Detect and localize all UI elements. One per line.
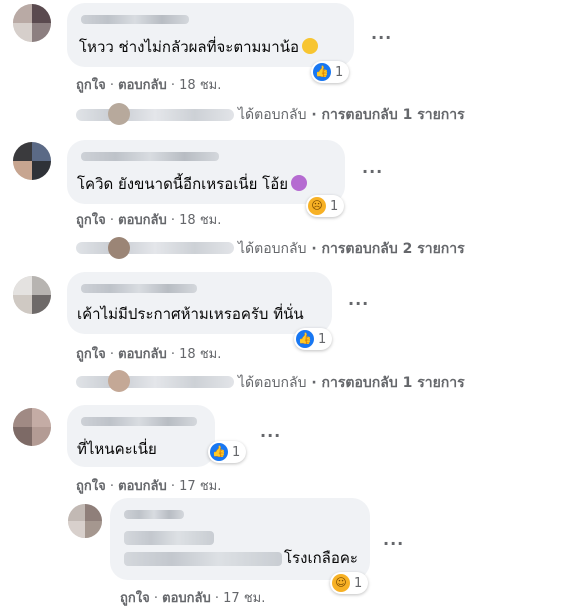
sad-emoji-icon <box>301 38 318 54</box>
view-replies-link[interactable]: ได้ตอบกลับ · การตอบกลับ 2 รายการ <box>238 238 465 260</box>
comment-actions: ถูกใจ · ตอบกลับ · 18 ชม. <box>76 78 222 93</box>
avatar[interactable] <box>68 504 102 538</box>
like-icon: 👍 <box>296 330 314 348</box>
reply-text-blurred <box>124 552 282 566</box>
view-replies-link[interactable]: ได้ตอบกลับ · การตอบกลับ 1 รายการ <box>238 372 465 394</box>
avatar[interactable] <box>13 408 51 446</box>
comment-text: โควิด ยังขนาดนี้อีกเหรอเนี่ย โอ้ย <box>77 174 308 194</box>
replier-avatar <box>108 370 130 392</box>
comment-bubble: ที่ไหนคะเนี่ย <box>67 405 215 467</box>
reply-preview-blurred <box>76 242 234 254</box>
comment-actions: ถูกใจ · ตอบกลับ · 18 ชม. <box>76 347 222 362</box>
timestamp[interactable]: 18 ชม. <box>179 213 221 228</box>
reaction-count: 1 <box>354 575 363 591</box>
reaction-count-badge[interactable]: 👍 1 <box>294 328 333 350</box>
reply-link[interactable]: ตอบกลับ <box>118 479 167 494</box>
reply-link[interactable]: ตอบกลับ <box>118 213 167 228</box>
reaction-count-badge[interactable]: ☺ 1 <box>330 572 369 594</box>
avatar[interactable] <box>13 276 51 314</box>
reply-preview-blurred <box>76 376 234 388</box>
like-link[interactable]: ถูกใจ <box>120 591 150 606</box>
timestamp[interactable]: 18 ชม. <box>179 78 221 93</box>
author-name-blurred[interactable] <box>81 417 197 426</box>
like-icon: 👍 <box>210 443 228 461</box>
author-name-blurred[interactable] <box>81 15 189 24</box>
reply-preview-blurred <box>76 109 234 121</box>
reply-bubble: โรงเกลือคะ <box>110 498 370 580</box>
comment-bubble: โหวว ช่างไม่กลัวผลที่จะตามมาน้อ <box>67 3 354 67</box>
timestamp[interactable]: 17 ชม. <box>223 591 265 606</box>
comment-bubble: เค้าไม่มีประกาศห้ามเหรอครับ ที่นั่น <box>67 272 332 334</box>
avatar[interactable] <box>13 4 51 42</box>
reaction-count: 1 <box>330 198 339 214</box>
comment-text: เค้าไม่มีประกาศห้ามเหรอครับ ที่นั่น <box>77 305 304 323</box>
author-name-blurred[interactable] <box>81 152 219 161</box>
like-link[interactable]: ถูกใจ <box>76 479 106 494</box>
reaction-count-badge[interactable]: ☹ 1 <box>306 195 345 217</box>
like-link[interactable]: ถูกใจ <box>76 78 106 93</box>
like-link[interactable]: ถูกใจ <box>76 347 106 362</box>
reply-link[interactable]: ตอบกลับ <box>118 347 167 362</box>
comment-text: โหวว ช่างไม่กลัวผลที่จะตามมาน้อ <box>79 37 318 57</box>
dizzy-emoji-icon <box>291 175 308 191</box>
reaction-count: 1 <box>232 444 241 460</box>
like-icon: 👍 <box>313 63 331 81</box>
reply-text-blurred <box>124 531 214 545</box>
replier-avatar <box>108 237 130 259</box>
replier-avatar <box>108 103 130 125</box>
author-name-blurred[interactable] <box>124 510 184 519</box>
comment-bubble: โควิด ยังขนาดนี้อีกเหรอเนี่ย โอ้ย <box>67 140 345 204</box>
view-replies-link[interactable]: ได้ตอบกลับ · การตอบกลับ 1 รายการ <box>238 104 465 126</box>
reaction-count-badge[interactable]: 👍 1 <box>311 61 350 83</box>
reply-link[interactable]: ตอบกลับ <box>118 78 167 93</box>
more-options-icon[interactable]: ··· <box>362 162 383 181</box>
more-options-icon[interactable]: ··· <box>348 294 369 313</box>
comment-actions: ถูกใจ · ตอบกลับ · 18 ชม. <box>76 213 222 228</box>
like-link[interactable]: ถูกใจ <box>76 213 106 228</box>
reaction-count: 1 <box>335 64 344 80</box>
comment-thread: โหวว ช่างไม่กลัวผลที่จะตามมาน้อ 👍 1 ··· … <box>0 0 579 611</box>
reply-actions: ถูกใจ · ตอบกลับ · 17 ชม. <box>120 591 266 606</box>
haha-reaction-icon: ☺ <box>332 574 350 592</box>
reaction-count: 1 <box>318 331 327 347</box>
reaction-count-badge[interactable]: 👍 1 <box>208 441 247 463</box>
author-name-blurred[interactable] <box>81 284 197 293</box>
timestamp[interactable]: 18 ชม. <box>179 347 221 362</box>
reply-link[interactable]: ตอบกลับ <box>162 591 211 606</box>
timestamp[interactable]: 17 ชม. <box>179 479 221 494</box>
comment-actions: ถูกใจ · ตอบกลับ · 17 ชม. <box>76 479 222 494</box>
sad-reaction-icon: ☹ <box>308 197 326 215</box>
more-options-icon[interactable]: ··· <box>260 426 281 445</box>
reply-text: โรงเกลือคะ <box>284 549 358 567</box>
more-options-icon[interactable]: ··· <box>383 534 404 553</box>
more-options-icon[interactable]: ··· <box>371 28 392 47</box>
comment-text: ที่ไหนคะเนี่ย <box>77 440 157 458</box>
avatar[interactable] <box>13 142 51 180</box>
